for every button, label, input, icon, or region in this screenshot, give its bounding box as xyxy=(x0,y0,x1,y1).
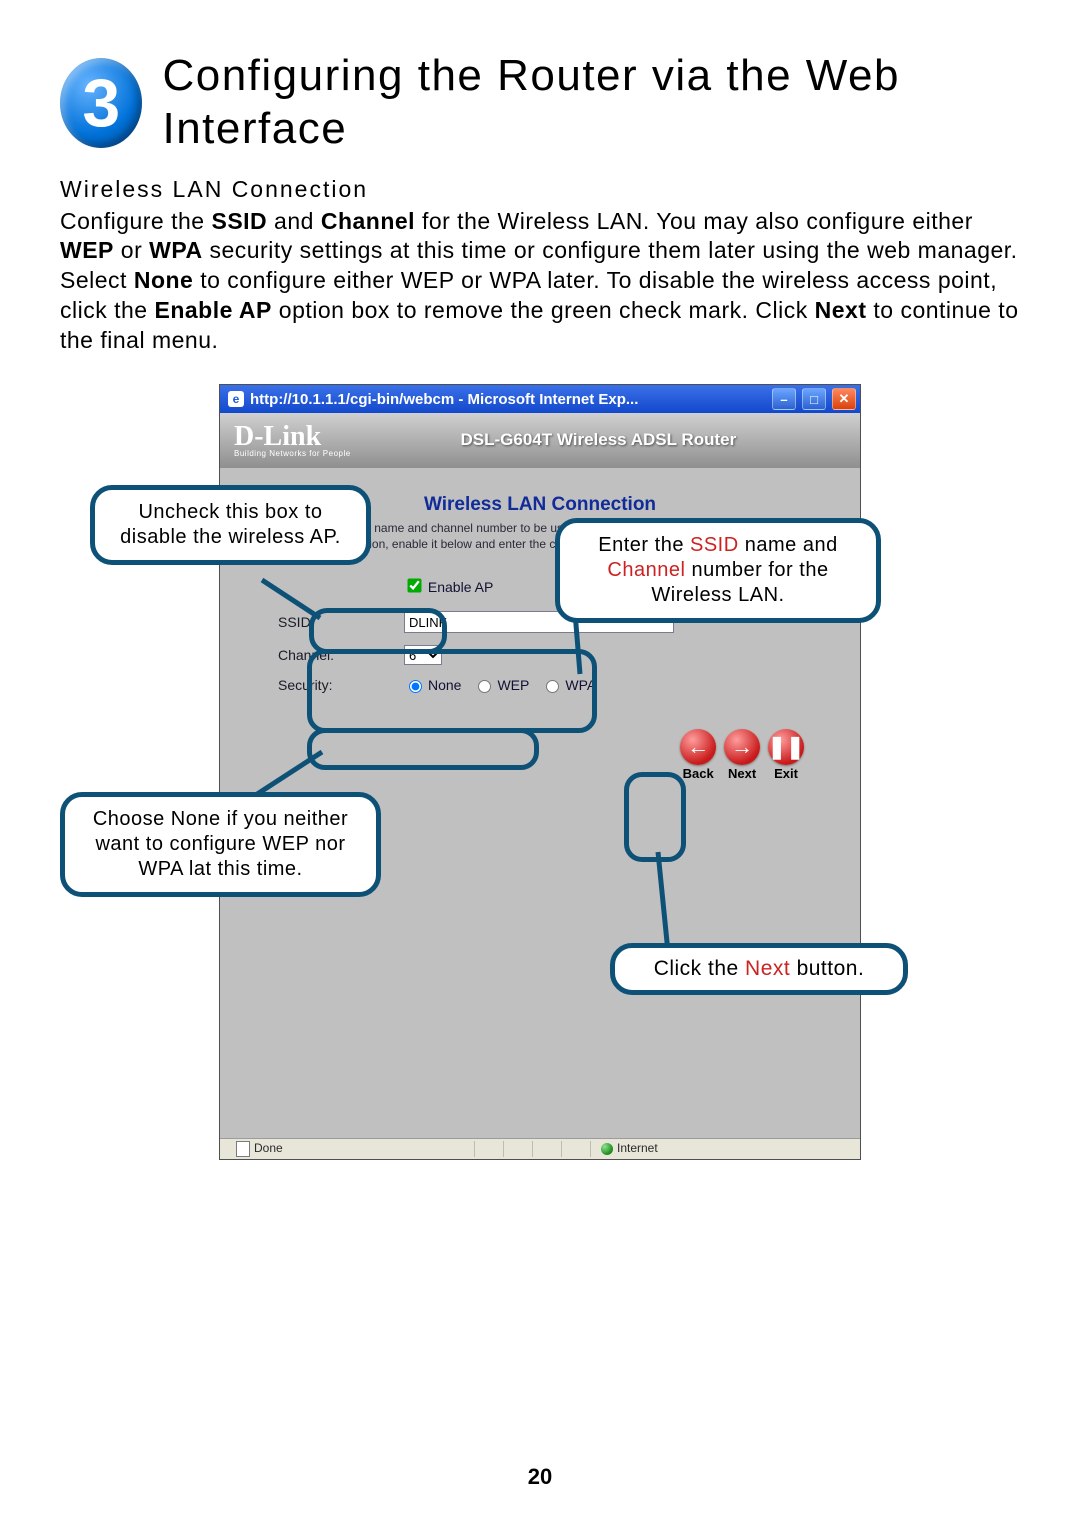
document-page: 3 Configuring the Router via the Web Int… xyxy=(0,0,1080,1518)
step-number-badge: 3 xyxy=(60,58,142,148)
brand-bar: D-Link Building Networks for People DSL-… xyxy=(220,413,860,468)
exit-button[interactable]: ❚❚ Exit xyxy=(768,729,804,781)
minimize-button[interactable]: – xyxy=(772,388,796,410)
callout-uncheck: Uncheck this box to disable the wireless… xyxy=(90,485,371,565)
status-bar: Done Internet xyxy=(220,1138,860,1159)
subheading: Wireless LAN Connection xyxy=(60,176,1020,203)
wizard-nav: ← Back → Next ❚❚ Exit xyxy=(244,729,836,781)
maximize-button[interactable]: □ xyxy=(802,388,826,410)
window-title: http://10.1.1.1/cgi-bin/webcm - Microsof… xyxy=(250,391,638,408)
page-icon xyxy=(236,1141,250,1157)
status-done: Done xyxy=(254,1141,283,1155)
channel-row: Channel: 6 xyxy=(244,645,836,665)
enable-ap-checkbox[interactable] xyxy=(407,579,421,593)
callout-none: Choose None if you neither want to confi… xyxy=(60,792,381,897)
close-button[interactable]: ✕ xyxy=(832,388,856,410)
step-title: Configuring the Router via the Web Inter… xyxy=(162,50,1020,156)
ie-icon: e xyxy=(228,391,244,407)
brand-logo: D-Link xyxy=(234,421,321,452)
page-number: 20 xyxy=(0,1464,1080,1490)
brand-tagline: Building Networks for People xyxy=(234,449,351,458)
security-wpa[interactable]: WPA xyxy=(541,677,596,693)
router-model: DSL-G604T Wireless ADSL Router xyxy=(351,430,846,450)
arrow-right-icon: → xyxy=(724,729,760,765)
back-button[interactable]: ← Back xyxy=(680,729,716,781)
next-button[interactable]: → Next xyxy=(724,729,760,781)
callout-ssid: Enter the SSID name and Channel number f… xyxy=(555,518,881,623)
security-wep[interactable]: WEP xyxy=(473,677,529,693)
status-zone: Internet xyxy=(617,1141,658,1155)
window-titlebar: e http://10.1.1.1/cgi-bin/webcm - Micros… xyxy=(220,385,860,413)
callout-next: Click the Next button. xyxy=(610,943,908,995)
channel-select[interactable]: 6 xyxy=(404,645,442,665)
ssid-label: SSID: xyxy=(244,614,404,630)
internet-zone-icon xyxy=(601,1143,613,1155)
step-header: 3 Configuring the Router via the Web Int… xyxy=(60,50,1020,156)
intro-paragraph: Configure the SSID and Channel for the W… xyxy=(60,207,1020,356)
security-row: Security: None WEP WPA xyxy=(244,677,836,693)
security-label: Security: xyxy=(244,677,404,693)
arrow-left-icon: ← xyxy=(680,729,716,765)
enable-ap-label: Enable AP xyxy=(428,579,493,595)
channel-label: Channel: xyxy=(244,647,404,663)
security-none[interactable]: None xyxy=(404,677,461,693)
exit-icon: ❚❚ xyxy=(768,729,804,765)
